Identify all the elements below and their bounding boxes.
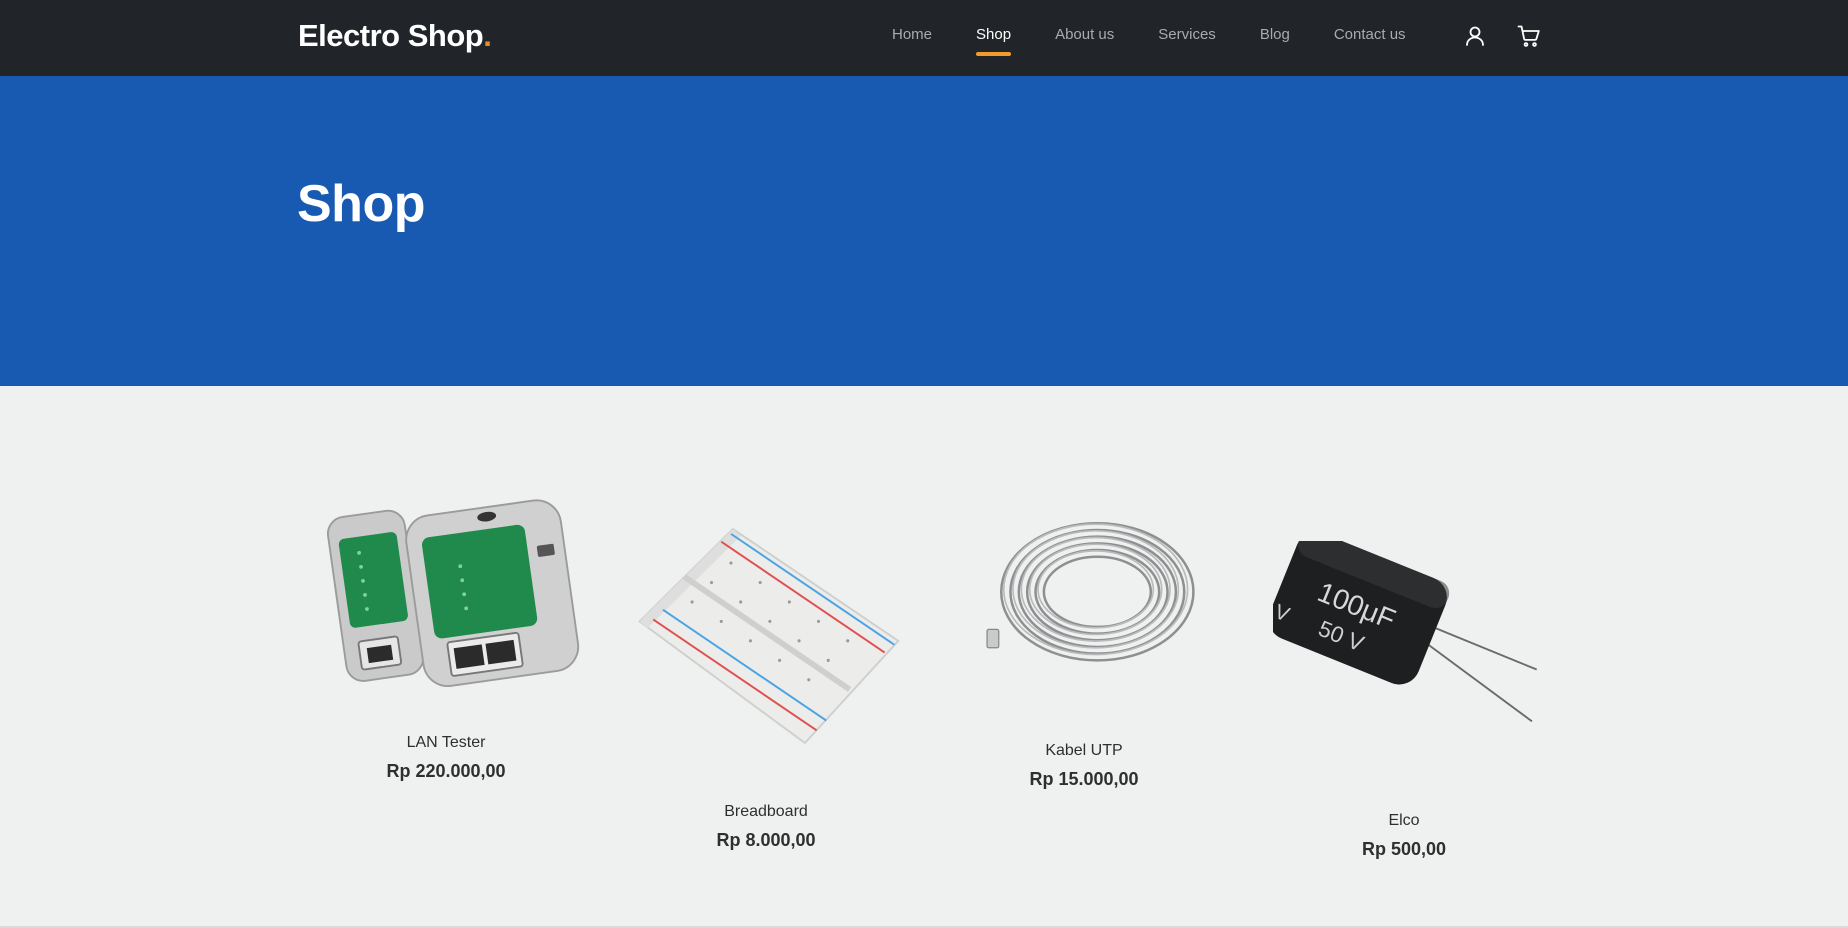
- hero-banner: Shop: [0, 76, 1848, 386]
- nav-item-home[interactable]: Home: [892, 25, 932, 45]
- nav-link-blog[interactable]: Blog: [1260, 25, 1290, 45]
- nav-item-shop[interactable]: Shop: [976, 25, 1012, 56]
- navbar: Electro Shop. Home Shop About us Service…: [0, 0, 1848, 76]
- nav-item-contact[interactable]: Contact us: [1334, 25, 1406, 45]
- lan-tester-image[interactable]: [308, 491, 584, 691]
- main-nav: Home Shop About us Services Blog Contact…: [892, 25, 1450, 56]
- nav-item-blog[interactable]: Blog: [1260, 25, 1290, 45]
- user-icon[interactable]: [1463, 24, 1487, 48]
- brand-name: Electro Shop: [298, 18, 484, 53]
- brand-logo[interactable]: Electro Shop.: [298, 18, 492, 54]
- utp-cable-image[interactable]: [972, 511, 1216, 681]
- product-card[interactable]: 100μF 50 V V Elco Rp 500,00: [1258, 541, 1550, 871]
- brand-dot: .: [483, 18, 492, 53]
- nav-item-services[interactable]: Services: [1158, 25, 1216, 45]
- product-grid: LAN Tester Rp 220.000,00 Breadboard Rp 8…: [0, 386, 1848, 928]
- product-card[interactable]: Kabel UTP Rp 15.000,00: [938, 511, 1230, 811]
- nav-icons: [1463, 24, 1571, 48]
- nav-link-services[interactable]: Services: [1158, 25, 1216, 45]
- page-title: Shop: [297, 175, 425, 233]
- product-card[interactable]: LAN Tester Rp 220.000,00: [300, 491, 592, 786]
- elco-capacitor-image[interactable]: 100μF 50 V V: [1273, 541, 1548, 751]
- cart-icon[interactable]: [1517, 24, 1541, 48]
- product-name[interactable]: Kabel UTP: [938, 742, 1230, 760]
- product-price: Rp 500,00: [1361, 839, 1447, 859]
- nav-link-home[interactable]: Home: [892, 25, 932, 45]
- product-price: Rp 220.000,00: [386, 761, 506, 781]
- product-card[interactable]: Breadboard Rp 8.000,00: [620, 521, 912, 876]
- product-name[interactable]: Elco: [1258, 812, 1550, 830]
- product-name[interactable]: LAN Tester: [300, 734, 592, 752]
- breadboard-image[interactable]: [624, 521, 908, 751]
- nav-link-contact[interactable]: Contact us: [1334, 25, 1406, 45]
- product-price: Rp 8.000,00: [716, 830, 816, 850]
- nav-item-about[interactable]: About us: [1055, 25, 1114, 45]
- product-price: Rp 15.000,00: [1029, 769, 1139, 789]
- nav-link-shop[interactable]: Shop: [976, 25, 1011, 45]
- product-name[interactable]: Breadboard: [620, 803, 912, 821]
- nav-link-about[interactable]: About us: [1055, 25, 1114, 45]
